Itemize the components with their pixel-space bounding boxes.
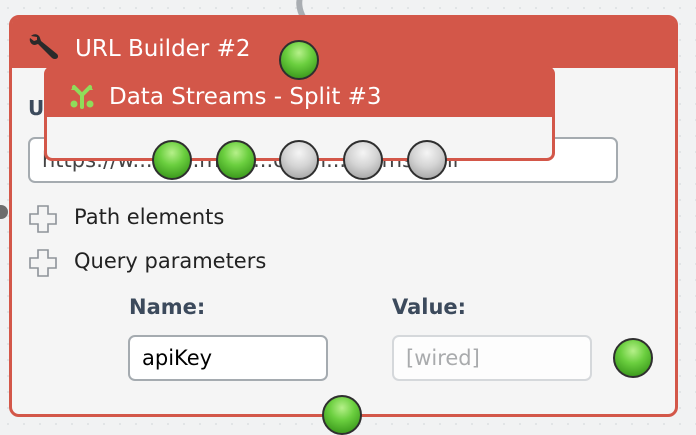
wrench-icon bbox=[29, 34, 59, 59]
split-output-terminal-4[interactable] bbox=[343, 140, 383, 180]
split-output-terminal-2[interactable] bbox=[216, 140, 256, 180]
url-builder-output-terminal[interactable] bbox=[322, 395, 362, 435]
split-output-terminal-3[interactable] bbox=[279, 140, 319, 180]
param-name-label: Name: bbox=[129, 295, 206, 319]
split-output-terminal-1[interactable] bbox=[152, 140, 192, 180]
module-header[interactable]: URL Builder #2 bbox=[12, 18, 675, 68]
split-output-terminal-5[interactable] bbox=[407, 140, 447, 180]
param-value-terminal[interactable] bbox=[613, 338, 653, 378]
param-value-input[interactable]: [wired] bbox=[392, 335, 592, 381]
url-label: U bbox=[28, 96, 45, 120]
param-name-input[interactable]: apiKey bbox=[128, 335, 328, 381]
split-module-title: Data Streams - Split #3 bbox=[109, 84, 382, 110]
param-value-label: Value: bbox=[392, 295, 467, 319]
split-input-terminal[interactable] bbox=[279, 40, 319, 80]
module-title: URL Builder #2 bbox=[75, 36, 251, 62]
plus-icon[interactable] bbox=[27, 203, 59, 235]
plus-icon[interactable] bbox=[27, 247, 59, 279]
section-query-parameters[interactable]: Query parameters bbox=[74, 249, 266, 273]
section-path-elements[interactable]: Path elements bbox=[74, 205, 224, 229]
split-icon bbox=[70, 85, 94, 109]
